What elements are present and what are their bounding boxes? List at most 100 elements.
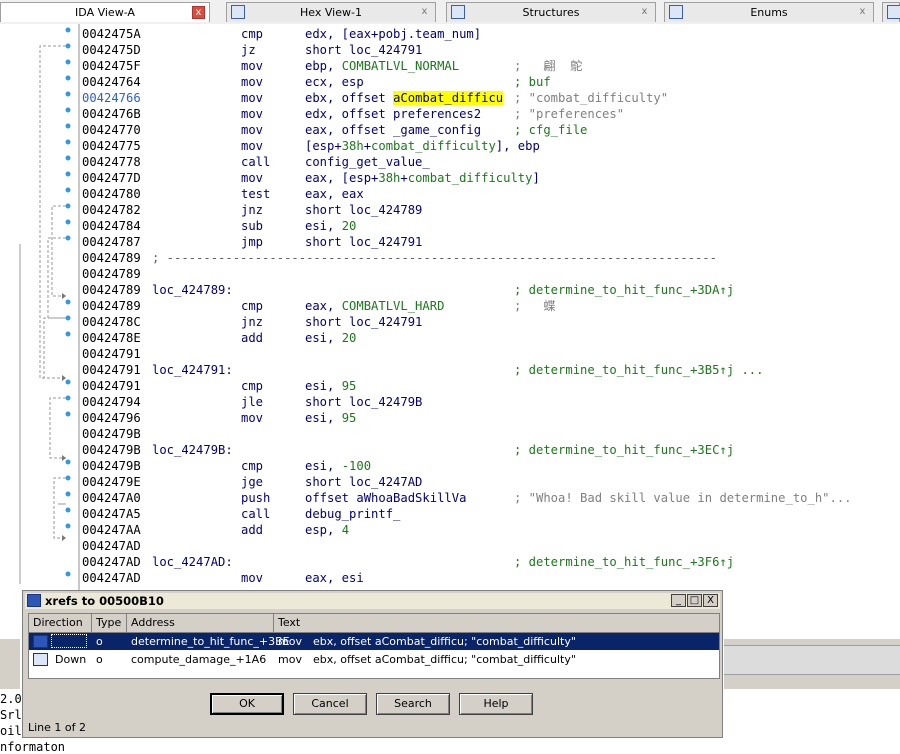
code-label: loc_424789: [152, 283, 233, 297]
code-line[interactable]: 00424764 mov ecx, esp ; buf [82, 74, 900, 90]
address: 00424789 [82, 251, 141, 265]
operand-part: eax, eax [305, 187, 364, 201]
tab-enums[interactable]: Enums x [664, 2, 874, 22]
code-line[interactable]: 00424789 ; ------------------------------… [82, 250, 900, 266]
minimize-button[interactable]: _ [671, 594, 686, 607]
code-line[interactable]: 004247AD [82, 538, 900, 554]
code-line[interactable]: 00424794 jle short loc_42479B [82, 394, 900, 410]
address: 0042475D [82, 43, 141, 57]
mnemonic: mov [241, 571, 264, 585]
code-line[interactable]: 00424782 jnz short loc_424789 [82, 202, 900, 218]
code-line[interactable]: 00424791 [82, 346, 900, 362]
focus-rect [51, 634, 87, 648]
tab-label: Structures [522, 6, 580, 19]
close-icon[interactable]: x [418, 6, 431, 19]
operands: eax, esi [305, 570, 364, 586]
gutter-separator [78, 24, 80, 590]
table-row[interactable]: o determine_to_hit_func_+3BE mov ebx, of… [29, 633, 719, 650]
code-line[interactable]: 004247A0 push offset aWhoaBadSkillVa ; "Who… [82, 490, 900, 506]
disassembly-view[interactable]: 0042475A cmp edx, [eax+pobj.team_num] 00424… [0, 24, 900, 590]
operand-part: esi, [305, 331, 342, 345]
code-line[interactable]: 0042478C jnz short loc_424791 [82, 314, 900, 330]
operand-part: short loc_424789 [305, 203, 423, 217]
operand-part: edx, offset preferences2 [305, 107, 482, 121]
xref-row-icon [33, 653, 48, 666]
address: 00424794 [82, 395, 141, 409]
address: 00424766 [82, 91, 141, 105]
code-line[interactable]: 00424778 call config_get_value_ [82, 154, 900, 170]
code-line[interactable]: 00424789 [82, 266, 900, 282]
operand-part: short loc_42479B [305, 395, 423, 409]
code-line[interactable]: 0042479E jge short loc_4247AD [82, 474, 900, 490]
highlighted-operand[interactable]: aCombat_difficu [393, 91, 504, 105]
column-header-direction[interactable]: Direction [29, 614, 92, 632]
code-line[interactable]: 0042477D mov eax, [esp+38h+combat_difficul… [82, 170, 900, 186]
operand-part: 20 [341, 219, 357, 233]
cancel-button[interactable]: Cancel [293, 693, 367, 715]
column-header-address[interactable]: Address [127, 614, 274, 632]
code-line[interactable]: 00424789 loc_424789: ; determine_to_hit_fu… [82, 282, 900, 298]
code-line[interactable]: 004247AD mov eax, esi [82, 570, 900, 586]
help-button[interactable]: Help [459, 693, 533, 715]
address: 00424784 [82, 219, 141, 233]
table-row[interactable]: Down o compute_damage_+1A6 mov ebx, offs… [29, 651, 719, 668]
code-line[interactable]: 00424766 mov ebx, offset aCombat_difficu ; … [82, 90, 900, 106]
ok-button[interactable]: OK [210, 693, 284, 715]
xrefs-table[interactable]: Direction Type Address Text o determine_… [28, 613, 720, 679]
tab-structures[interactable]: Structures x [446, 2, 656, 22]
code-line[interactable]: 00424796 mov esi, 95 [82, 410, 900, 426]
code-line[interactable]: 0042475F mov ebp, COMBATLVL_NORMAL ; 翩 鴕 [82, 58, 900, 74]
code-line[interactable]: 00424789 cmp eax, COMBATLVL_HARD ; 蝶 [82, 298, 900, 314]
code-line[interactable]: 0042475D jz short loc_424791 [82, 42, 900, 58]
code-line[interactable]: 00424791 loc_424791: ; determine_to_hit_fu… [82, 362, 900, 378]
address: 00424778 [82, 155, 141, 169]
code-line[interactable]: 0042475A cmp edx, [eax+pobj.team_num] [82, 26, 900, 42]
operand-part: eax, [305, 299, 342, 313]
operand-part: -100 [341, 459, 372, 473]
tab-hex-view-1[interactable]: Hex View-1 x [226, 2, 436, 22]
close-icon[interactable]: x [638, 6, 651, 19]
code-line[interactable]: 0042479B [82, 426, 900, 442]
tab-label: IDA View-A [75, 6, 135, 19]
code-line[interactable]: 004247A5 call debug_printf_ [82, 506, 900, 522]
code-line[interactable]: 00424780 test eax, eax [82, 186, 900, 202]
tab-overflow[interactable] [882, 2, 900, 22]
mnemonic: call [241, 507, 271, 521]
mnemonic: add [241, 331, 264, 345]
operand-part: + [363, 139, 372, 153]
tab-ida-view-a[interactable]: IDA View-A x [0, 2, 210, 22]
code-line[interactable]: 00424784 sub esi, 20 [82, 218, 900, 234]
xrefs-dialog: xrefs to 00500B10 _ □ X Direction Type A… [22, 590, 723, 738]
dialog-title-bar[interactable]: xrefs to 00500B10 _ □ X [25, 593, 720, 609]
address: 00424791 [82, 363, 141, 377]
close-icon[interactable]: x [192, 6, 205, 19]
search-button[interactable]: Search [376, 693, 450, 715]
code-line[interactable]: 004247AA add esp, 4 [82, 522, 900, 538]
column-header-type[interactable]: Type [92, 614, 127, 632]
close-icon[interactable]: x [856, 6, 869, 19]
code-line[interactable]: 004247AD loc_4247AD: ; determine_to_hit_fu… [82, 554, 900, 570]
console-fragment: oil [0, 724, 22, 738]
code-line[interactable]: 0042479B cmp esi, -100 [82, 458, 900, 474]
code-line[interactable]: 0042478E add esi, 20 [82, 330, 900, 346]
code-line[interactable]: 0042479B loc_42479B: ; determine_to_hit_fu… [82, 442, 900, 458]
operands: [esp+38h+combat_difficulty], ebp [305, 138, 540, 154]
close-button[interactable]: X [703, 594, 718, 607]
code-line[interactable]: 00424770 mov eax, offset _game_config ; cfg… [82, 122, 900, 138]
comment: ; determine_to_hit_func_+3DA↑j [514, 283, 735, 297]
mnemonic: jmp [241, 235, 264, 249]
column-header-text[interactable]: Text [274, 614, 719, 632]
code-line[interactable]: 00424775 mov [esp+38h+combat_difficulty], … [82, 138, 900, 154]
code-line[interactable]: 00424787 jmp short loc_424791 [82, 234, 900, 250]
code-label: loc_42479B: [152, 443, 233, 457]
address: 00424789 [82, 267, 141, 281]
cell-mnemonic: mov [278, 635, 302, 648]
maximize-button[interactable]: □ [687, 594, 702, 607]
status-text: Line 1 of 2 [28, 721, 87, 734]
address: 00424789 [82, 299, 141, 313]
operand-part: 4 [341, 523, 350, 537]
flow-arrow-gutter [0, 24, 78, 590]
code-line[interactable]: 00424791 cmp esi, 95 [82, 378, 900, 394]
code-line[interactable]: 0042476B mov edx, offset preferences2 ; "pr… [82, 106, 900, 122]
address: 00424780 [82, 187, 141, 201]
